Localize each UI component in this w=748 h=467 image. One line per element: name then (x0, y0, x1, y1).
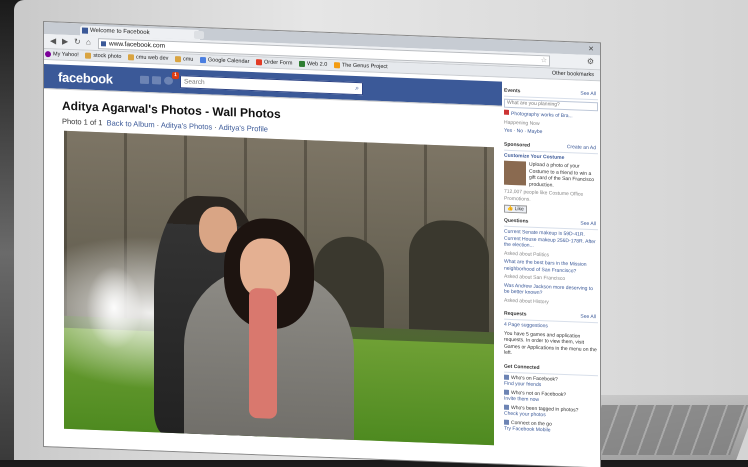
find-friends-link[interactable]: Find your friends (504, 381, 541, 388)
questions-header: Questions (504, 217, 529, 225)
separator-dot: · (156, 120, 160, 130)
back-to-album-link[interactable]: Back to Album (107, 118, 155, 129)
facebook-search-input[interactable]: Search ⌕ (180, 75, 363, 96)
laptop: Welcome to Facebook ✕ ◀ ▶ ↻ ⌂ www.facebo… (0, 0, 748, 467)
ad-likes-text: 712,007 people like Costume Office Promo… (504, 188, 584, 203)
questions-section: Questions See All Current Senate makeup i… (504, 217, 598, 310)
site-icon (101, 41, 106, 47)
facebook-logo[interactable]: facebook (58, 70, 113, 87)
yahoo-icon (45, 51, 51, 58)
facebook-favicon-icon (82, 27, 88, 34)
events-see-all-link[interactable]: See All (580, 91, 596, 98)
photo-counter: Photo 1 of 1 (62, 116, 103, 128)
photo-tag-icon (504, 404, 509, 410)
folder-icon (298, 60, 305, 68)
event-rsvp-links[interactable]: Yes · No · Maybe (504, 128, 598, 138)
bookmark-my-yahoo[interactable]: My Yahoo! (44, 49, 83, 60)
laptop-screen: Welcome to Facebook ✕ ◀ ▶ ↻ ⌂ www.facebo… (44, 22, 600, 467)
event-title-link[interactable]: Photography works of Bra... (511, 111, 573, 119)
question-link[interactable]: Was Andrew Jackson more deserving to be … (504, 282, 598, 299)
main-photo[interactable] (64, 130, 494, 446)
bookmark-star-icon[interactable]: ☆ (541, 56, 547, 65)
friend-requests-icon[interactable] (140, 75, 149, 85)
question-meta: Asked about History (504, 297, 549, 305)
reload-icon[interactable]: ↻ (74, 37, 81, 46)
question-link[interactable]: What are the best bars in the Mission ne… (504, 259, 598, 276)
form-icon (255, 59, 262, 66)
requests-text: You have 5 games and application request… (504, 330, 597, 356)
tab-title: Welcome to Facebook (90, 27, 150, 37)
project-icon (333, 62, 340, 69)
messages-icon[interactable] (152, 76, 161, 85)
address-bar-url: www.facebook.com (109, 40, 165, 50)
events-header: Events (504, 87, 521, 95)
facebook-page: facebook 1 Search ⌕ Aditya Agarwal's Pho… (44, 60, 600, 467)
thumbs-up-icon: 👍 (507, 205, 514, 213)
notification-badge: 1 (172, 71, 179, 80)
requests-see-all-link[interactable]: See All (580, 314, 596, 321)
create-ad-link[interactable]: Create an Ad (567, 144, 596, 151)
check-photos-link[interactable]: Check your photos (504, 411, 546, 419)
get-connected-section: Get Connected Who's on Facebook? Find you… (504, 363, 598, 438)
invite-icon (504, 389, 509, 395)
new-tab-button[interactable] (194, 30, 204, 40)
search-placeholder: Search (184, 78, 205, 87)
bookmark-google-calendar[interactable]: Google Calendar (199, 55, 254, 67)
get-connected-header: Get Connected (504, 363, 540, 371)
bookmark-stock-photo[interactable]: stock photo (84, 51, 125, 63)
folder-icon (128, 54, 134, 61)
invite-link[interactable]: Invite them now (504, 396, 539, 403)
bookmark-cmu[interactable]: cmu (174, 54, 197, 65)
other-bookmarks[interactable]: Other bookmarks (552, 69, 594, 81)
requests-section: Requests See All 4 Page suggestions You h… (504, 310, 598, 362)
wrench-menu-icon[interactable]: ⚙ (587, 57, 594, 66)
bookmark-order-form[interactable]: Order Form (255, 57, 296, 69)
window-close-icon[interactable]: ✕ (588, 45, 594, 53)
like-button[interactable]: 👍 Like (504, 204, 527, 214)
ad-image[interactable] (504, 160, 526, 186)
event-calendar-icon (504, 109, 509, 115)
home-icon[interactable]: ⌂ (86, 38, 91, 47)
back-arrow-icon[interactable]: ◀ (50, 36, 56, 45)
facebook-mobile-link[interactable]: Try Facebook Mobile (504, 426, 551, 434)
photo-scarf (249, 287, 277, 419)
separator-dot: · (214, 122, 217, 132)
events-section: Events See All What are you planning? Pho… (504, 87, 598, 140)
aditya-photos-link[interactable]: Aditya's Photos (161, 120, 212, 131)
aditya-profile-link[interactable]: Aditya's Profile (219, 123, 268, 134)
friends-icon (504, 374, 509, 380)
questions-see-all-link[interactable]: See All (580, 221, 596, 228)
calendar-icon (199, 56, 206, 64)
folder-icon (85, 52, 92, 59)
bookmark-cmu-web-dev[interactable]: cmu web dev (127, 52, 172, 64)
forward-arrow-icon[interactable]: ▶ (62, 37, 68, 46)
search-icon[interactable]: ⌕ (355, 83, 359, 94)
ad-text: Upload a photo of your Costume to a frie… (529, 161, 595, 189)
mobile-icon (504, 419, 509, 425)
right-sidebar: Events See All What are you planning? Pho… (504, 87, 598, 467)
bookmark-web-2-0[interactable]: Web 2.0 (298, 59, 331, 70)
sponsored-header: Sponsored (504, 141, 531, 149)
requests-header: Requests (504, 310, 527, 318)
folder-icon (174, 56, 181, 63)
question-link[interactable]: Current Senate makeup is 59D-41R. Curren… (504, 229, 598, 252)
sponsored-section: Sponsored Create an Ad Customize Your Cos… (504, 141, 598, 216)
